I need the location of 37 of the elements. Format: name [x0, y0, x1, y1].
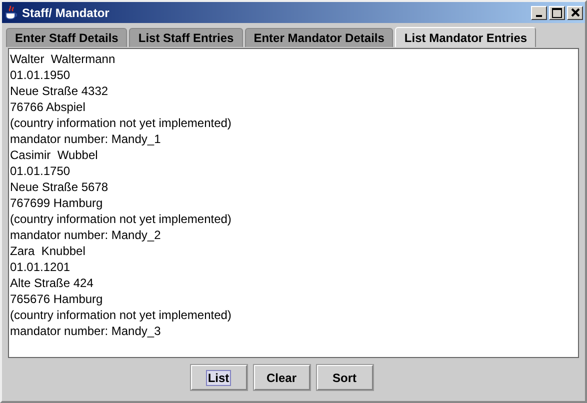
text-line: Zara Knubbel — [10, 243, 86, 259]
text-line: mandator number: Mandy_3 — [10, 323, 162, 339]
tab[interactable]: Enter Staff Details — [6, 28, 128, 47]
maximize-icon — [552, 8, 562, 18]
text-line: Neue Straße 4332 — [10, 83, 110, 99]
text-line: 76766 Abspiel — [10, 99, 86, 115]
close-button[interactable] — [567, 6, 583, 20]
text-line: 767699 Hamburg — [10, 195, 104, 211]
action-button[interactable]: Clear — [254, 365, 310, 390]
text-line: 01.01.1201 — [10, 259, 72, 275]
coffee-cup-icon — [4, 4, 18, 20]
maximize-button[interactable] — [549, 6, 565, 20]
text-line: 01.01.1950 — [10, 67, 72, 83]
text-line: 765676 Hamburg — [10, 291, 104, 307]
text-line: mandator number: Mandy_2 — [10, 227, 162, 243]
text-line: Walter Waltermann — [10, 51, 116, 67]
text-line: 01.01.1750 — [10, 163, 72, 179]
text-line: Alte Straße 424 — [10, 275, 94, 291]
text-area[interactable] — [8, 48, 579, 358]
minimize-button[interactable] — [531, 6, 547, 20]
tab[interactable]: List Staff Entries — [129, 28, 243, 47]
tab[interactable]: Enter Mandator Details — [244, 28, 394, 47]
text-line: (country information not yet implemented) — [10, 115, 232, 131]
tab[interactable]: List Mandator Entries — [395, 27, 536, 47]
focus-outline: List — [206, 370, 232, 386]
text-line: (country information not yet implemented) — [10, 307, 232, 323]
minimize-icon — [536, 14, 542, 16]
text-line: mandator number: Mandy_1 — [10, 131, 162, 147]
text-line: Neue Straße 5678 — [10, 179, 110, 195]
close-icon — [570, 8, 580, 17]
text-line: (country information not yet implemented) — [10, 211, 232, 227]
focus-outline: Sort — [332, 370, 358, 386]
focus-outline: Clear — [265, 370, 298, 386]
text-line: Casimir Wubbel — [10, 147, 99, 163]
window-title: Staff/ Mandator — [22, 6, 110, 20]
action-button[interactable]: Sort — [316, 365, 372, 390]
action-button[interactable]: List — [190, 365, 246, 390]
